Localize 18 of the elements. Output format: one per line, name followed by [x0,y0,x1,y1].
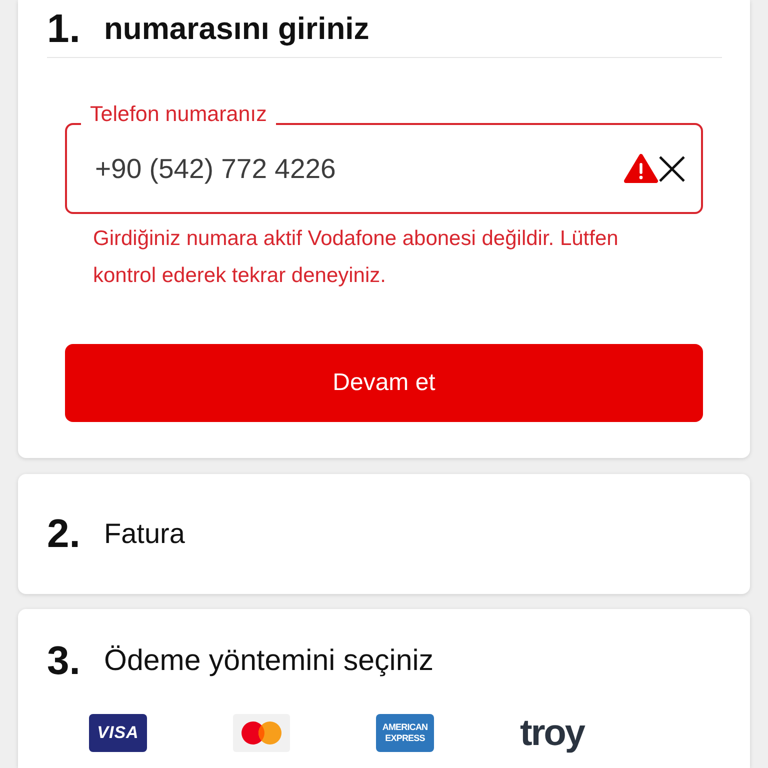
step-number: 3. [47,639,82,683]
clear-button[interactable] [658,154,686,182]
continue-button[interactable]: Devam et [65,344,703,422]
step-title: Fatura [104,517,185,551]
step-title: numarasını giriniz [104,10,370,46]
payment-logo: troy [520,713,586,753]
payment-logo: VISA [89,714,147,752]
step-number: 1. [47,6,82,50]
payment-logo: AMERICAN EXPRESS [376,714,434,752]
phone-field[interactable]: +90 (542) 772 4226 [65,123,703,214]
close-icon [658,154,686,182]
payment-logo-icon [233,714,290,752]
error-message: Girdiğiniz numara aktif Vodafone abonesi değildir. Lütfen kontrol ederek tekrar deneyiniz. [93,226,620,289]
phone-input[interactable]: +90 (542) 772 4226 [95,152,616,186]
step-title: Ödeme yöntemini seçiniz [104,643,434,679]
step-number: 2. [47,512,82,556]
warning-icon [624,153,658,184]
field-label: Telefon numaranız [81,102,276,127]
